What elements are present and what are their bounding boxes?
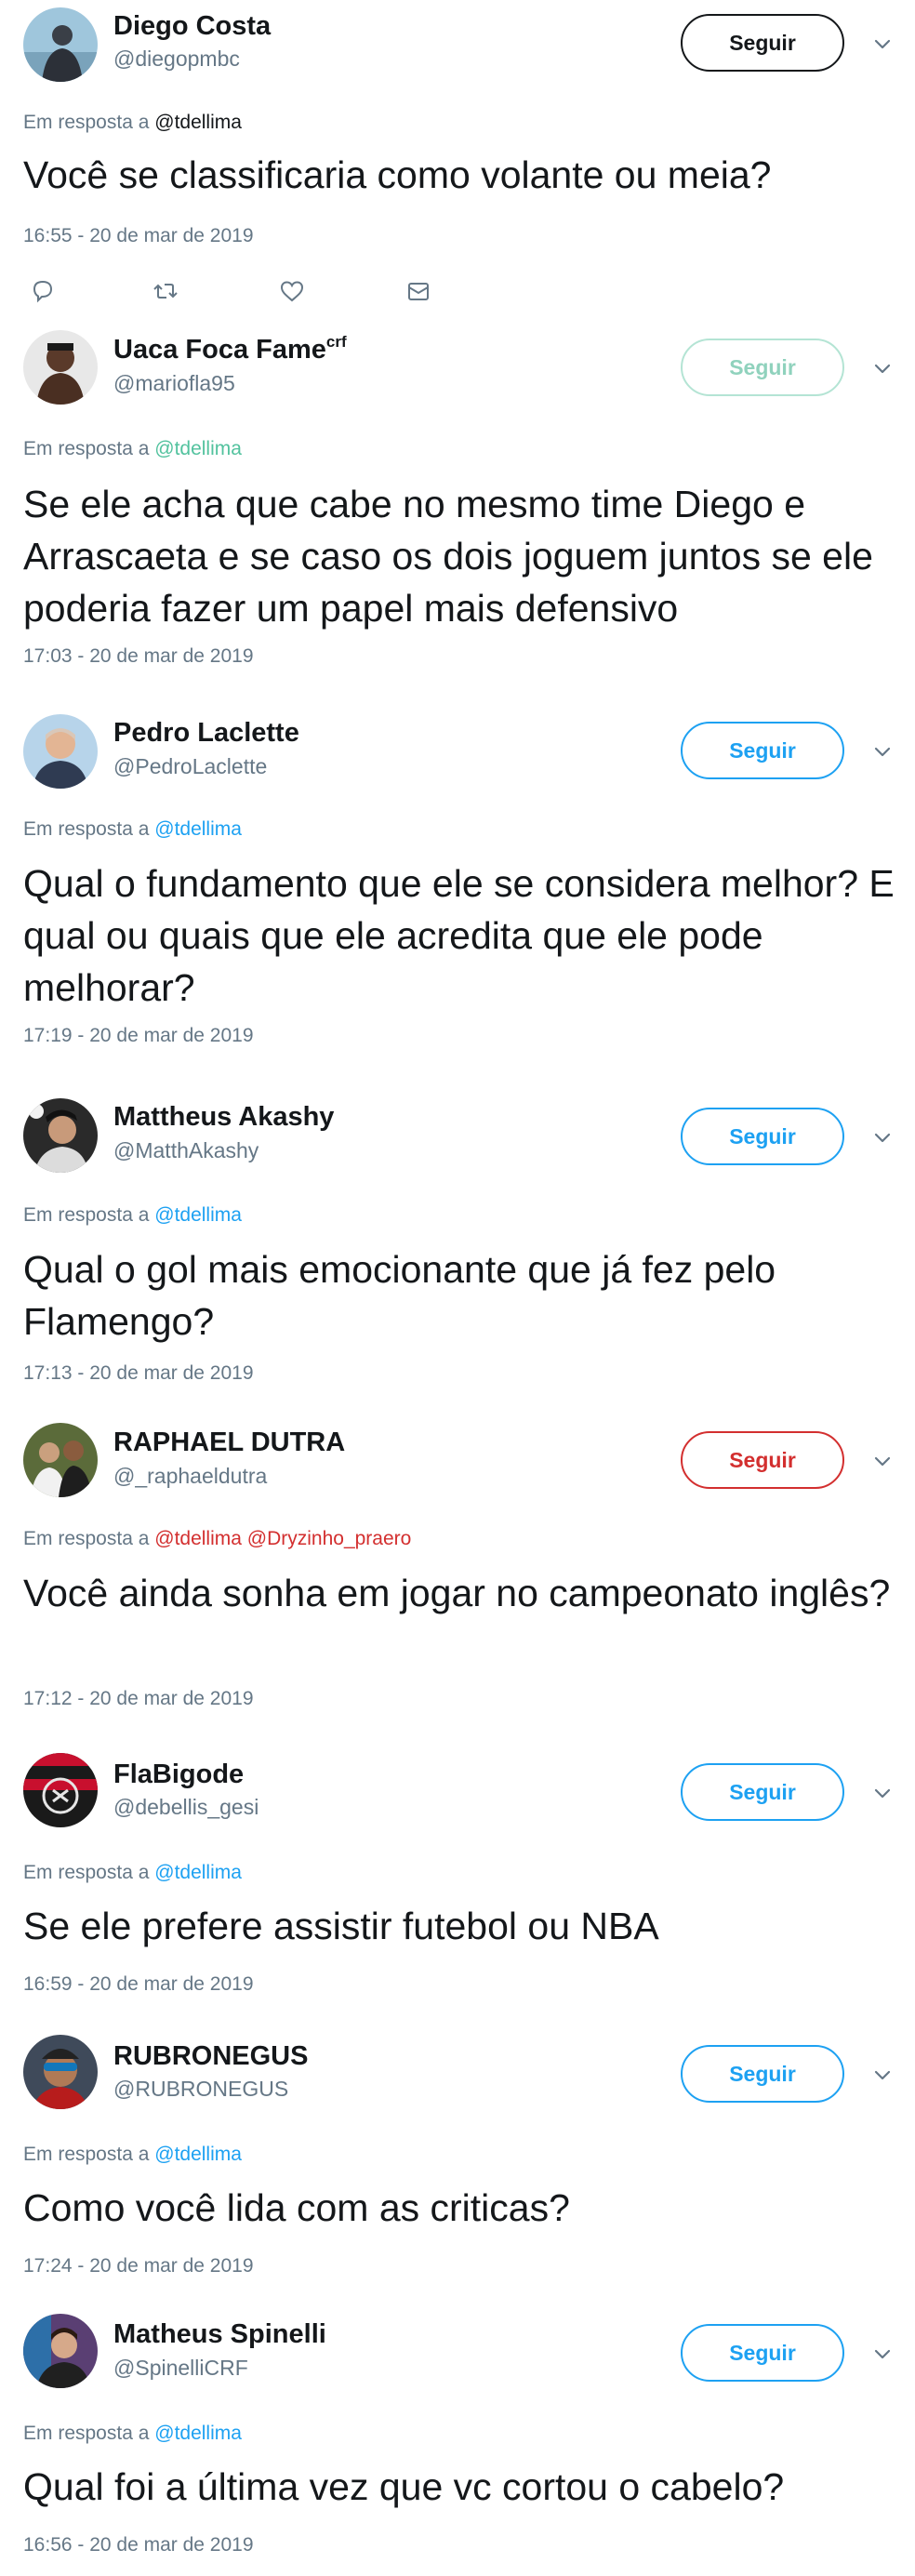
- chevron-down-icon[interactable]: [872, 2065, 893, 2085]
- chevron-down-icon[interactable]: [872, 358, 893, 378]
- reply-prefix: Em resposta a: [23, 818, 150, 840]
- author-name[interactable]: Uaca Foca Famecrf: [113, 333, 347, 365]
- author-name[interactable]: Matheus Spinelli: [113, 2319, 326, 2350]
- retweet-icon[interactable]: [150, 275, 181, 307]
- timestamp[interactable]: 16:59 - 20 de mar de 2019: [23, 1973, 254, 1996]
- mention-link[interactable]: @tdellima: [154, 112, 242, 133]
- reply-context: Em resposta a @tdellima @Dryzinho_praero: [23, 1528, 411, 1550]
- mention-link[interactable]: @tdellima: [154, 2144, 242, 2165]
- avatar[interactable]: [23, 1098, 98, 1173]
- tweet-text: Você ainda sonha em jogar no campeonato …: [23, 1572, 891, 1614]
- chevron-down-icon[interactable]: [872, 1783, 893, 1803]
- reply-prefix: Em resposta a: [23, 1204, 150, 1226]
- tweet-text: Você se classificaria como volante ou me…: [23, 153, 772, 196]
- avatar[interactable]: [23, 714, 98, 789]
- reply-prefix: Em resposta a: [23, 438, 150, 459]
- author-name-text[interactable]: Uaca Foca Fame: [113, 335, 326, 365]
- reply-context: Em resposta a @tdellima: [23, 2144, 242, 2166]
- chevron-down-icon[interactable]: [872, 33, 893, 54]
- avatar[interactable]: [23, 330, 98, 405]
- author-handle[interactable]: @RUBRONEGUS: [113, 2077, 288, 2102]
- author-handle[interactable]: @MatthAkashy: [113, 1138, 259, 1163]
- mention-link[interactable]: @tdellima: [154, 1204, 242, 1226]
- author-handle[interactable]: @_raphaeldutra: [113, 1464, 267, 1489]
- tweet-text: Qual o fundamento que ele se considera m…: [23, 862, 895, 1009]
- follow-button[interactable]: Seguir: [681, 14, 844, 72]
- tweet-text: Se ele acha que cabe no mesmo time Diego…: [23, 483, 873, 630]
- author-handle[interactable]: @debellis_gesi: [113, 1795, 259, 1820]
- reply-context: Em resposta a @tdellima: [23, 438, 242, 460]
- follow-button[interactable]: Seguir: [681, 2045, 844, 2103]
- author-name[interactable]: RUBRONEGUS: [113, 2041, 308, 2072]
- timestamp[interactable]: 16:55 - 20 de mar de 2019: [23, 225, 254, 247]
- chevron-down-icon[interactable]: [872, 1127, 893, 1148]
- reply-context: Em resposta a @tdellima: [23, 1862, 242, 1884]
- follow-button[interactable]: Seguir: [681, 339, 844, 396]
- avatar[interactable]: [23, 2314, 98, 2388]
- timestamp[interactable]: 17:12 - 20 de mar de 2019: [23, 1688, 254, 1710]
- author-name[interactable]: Pedro Laclette: [113, 718, 299, 749]
- timestamp[interactable]: 16:56 - 20 de mar de 2019: [23, 2534, 254, 2556]
- follow-button[interactable]: Seguir: [681, 1108, 844, 1165]
- timestamp[interactable]: 17:24 - 20 de mar de 2019: [23, 2255, 254, 2277]
- tweet-text: Qual o gol mais emocionante que já fez p…: [23, 1248, 776, 1343]
- reply-icon[interactable]: [27, 275, 59, 307]
- timestamp[interactable]: 17:19 - 20 de mar de 2019: [23, 1025, 254, 1047]
- like-icon[interactable]: [276, 275, 308, 307]
- reply-context: Em resposta a @tdellima: [23, 1204, 242, 1227]
- author-handle[interactable]: @diegopmbc: [113, 46, 240, 72]
- mention-link[interactable]: @tdellima @Dryzinho_praero: [154, 1528, 411, 1549]
- reply-context: Em resposta a @tdellima: [23, 112, 242, 134]
- follow-button[interactable]: Seguir: [681, 2324, 844, 2382]
- tweet-text: Se ele prefere assistir futebol ou NBA: [23, 1905, 659, 1947]
- reply-prefix: Em resposta a: [23, 1528, 150, 1549]
- reply-prefix: Em resposta a: [23, 2423, 150, 2444]
- avatar[interactable]: [23, 1753, 98, 1827]
- timestamp[interactable]: 17:13 - 20 de mar de 2019: [23, 1362, 254, 1385]
- mention-link[interactable]: @tdellima: [154, 1862, 242, 1883]
- timestamp[interactable]: 17:03 - 20 de mar de 2019: [23, 645, 254, 668]
- follow-button[interactable]: Seguir: [681, 1431, 844, 1489]
- chevron-down-icon[interactable]: [872, 2344, 893, 2364]
- name-suffix: crf: [325, 333, 347, 351]
- follow-button[interactable]: Seguir: [681, 722, 844, 779]
- author-handle[interactable]: @mariofla95: [113, 371, 235, 396]
- reply-context: Em resposta a @tdellima: [23, 2423, 242, 2445]
- chevron-down-icon[interactable]: [872, 1451, 893, 1471]
- author-name[interactable]: Mattheus Akashy: [113, 1102, 334, 1133]
- avatar[interactable]: [23, 7, 98, 82]
- tweet-text: Como você lida com as criticas?: [23, 2186, 570, 2229]
- tweet-text: Qual foi a última vez que vc cortou o ca…: [23, 2465, 785, 2508]
- author-name[interactable]: RAPHAEL DUTRA: [113, 1427, 345, 1458]
- mention-link[interactable]: @tdellima: [154, 818, 242, 840]
- reply-prefix: Em resposta a: [23, 2144, 150, 2165]
- reply-prefix: Em resposta a: [23, 112, 150, 133]
- mention-link[interactable]: @tdellima: [154, 438, 242, 459]
- avatar[interactable]: [23, 2035, 98, 2109]
- author-handle[interactable]: @PedroLaclette: [113, 754, 267, 779]
- author-handle[interactable]: @SpinelliCRF: [113, 2356, 248, 2381]
- chevron-down-icon[interactable]: [872, 741, 893, 762]
- mention-link[interactable]: @tdellima: [154, 2423, 242, 2444]
- message-icon[interactable]: [403, 275, 434, 307]
- reply-context: Em resposta a @tdellima: [23, 818, 242, 841]
- reply-prefix: Em resposta a: [23, 1862, 150, 1883]
- author-name[interactable]: FlaBigode: [113, 1759, 244, 1790]
- follow-button[interactable]: Seguir: [681, 1763, 844, 1821]
- avatar[interactable]: [23, 1423, 98, 1497]
- author-name[interactable]: Diego Costa: [113, 11, 271, 42]
